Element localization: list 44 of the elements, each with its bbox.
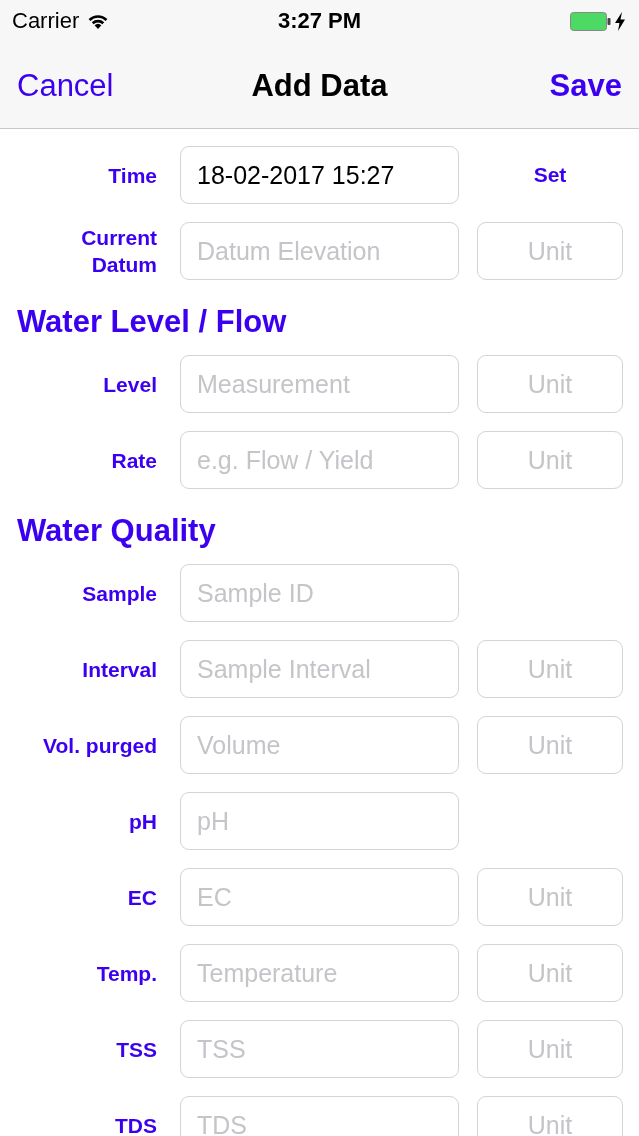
text-field[interactable]: Volume	[180, 716, 459, 774]
field-label: Interval	[81, 656, 157, 683]
section-heading: Water Quality	[17, 511, 217, 550]
text-field[interactable]: TSS	[180, 1020, 459, 1078]
text-field[interactable]: Temperature	[180, 944, 459, 1002]
text-field[interactable]: Datum Elevation	[180, 222, 459, 280]
unit-field[interactable]: Unit	[477, 1096, 623, 1136]
unit-field[interactable]: Unit	[477, 222, 623, 280]
text-field[interactable]: TDS	[180, 1096, 459, 1136]
text-field[interactable]: EC	[180, 868, 459, 926]
unit-field[interactable]: Unit	[477, 868, 623, 926]
unit-field[interactable]: Unit	[477, 640, 623, 698]
battery-icon	[570, 11, 611, 31]
text-field[interactable]: e.g. Flow / Yield	[180, 431, 459, 489]
set-button[interactable]: Set	[477, 146, 623, 204]
text-field[interactable]: Measurement	[180, 355, 459, 413]
unit-field[interactable]: Unit	[477, 355, 623, 413]
field-label: Temp.	[95, 960, 157, 987]
field-label: TDS	[114, 1112, 157, 1136]
screen-title: Add Data	[251, 69, 388, 101]
unit-field[interactable]: Unit	[477, 944, 623, 1002]
field-label: Time	[107, 162, 157, 189]
clock-time: 3:27 PM	[277, 10, 362, 32]
date-time-field[interactable]: 18-02-2017 15:27	[180, 146, 459, 204]
charging-bolt-icon	[615, 11, 625, 31]
section-heading: Water Level / Flow	[17, 302, 288, 341]
field-label: pH	[128, 808, 157, 835]
field-label: Sample	[81, 580, 157, 607]
field-label: Vol. purged	[42, 732, 157, 759]
save-button[interactable]: Save	[549, 69, 622, 101]
cancel-button[interactable]: Cancel	[17, 69, 114, 101]
carrier-label: Carrier	[12, 10, 80, 32]
text-field[interactable]: pH	[180, 792, 459, 850]
unit-field[interactable]: Unit	[477, 1020, 623, 1078]
unit-field[interactable]: Unit	[477, 431, 623, 489]
wifi-icon	[87, 13, 110, 29]
field-label: Level	[102, 371, 157, 398]
text-field[interactable]: Sample Interval	[180, 640, 459, 698]
text-field[interactable]: Sample ID	[180, 564, 459, 622]
field-label: Rate	[110, 447, 157, 474]
unit-field[interactable]: Unit	[477, 716, 623, 774]
field-label: Current Datum	[80, 225, 157, 278]
field-label: EC	[126, 884, 157, 911]
field-label: TSS	[115, 1036, 157, 1063]
